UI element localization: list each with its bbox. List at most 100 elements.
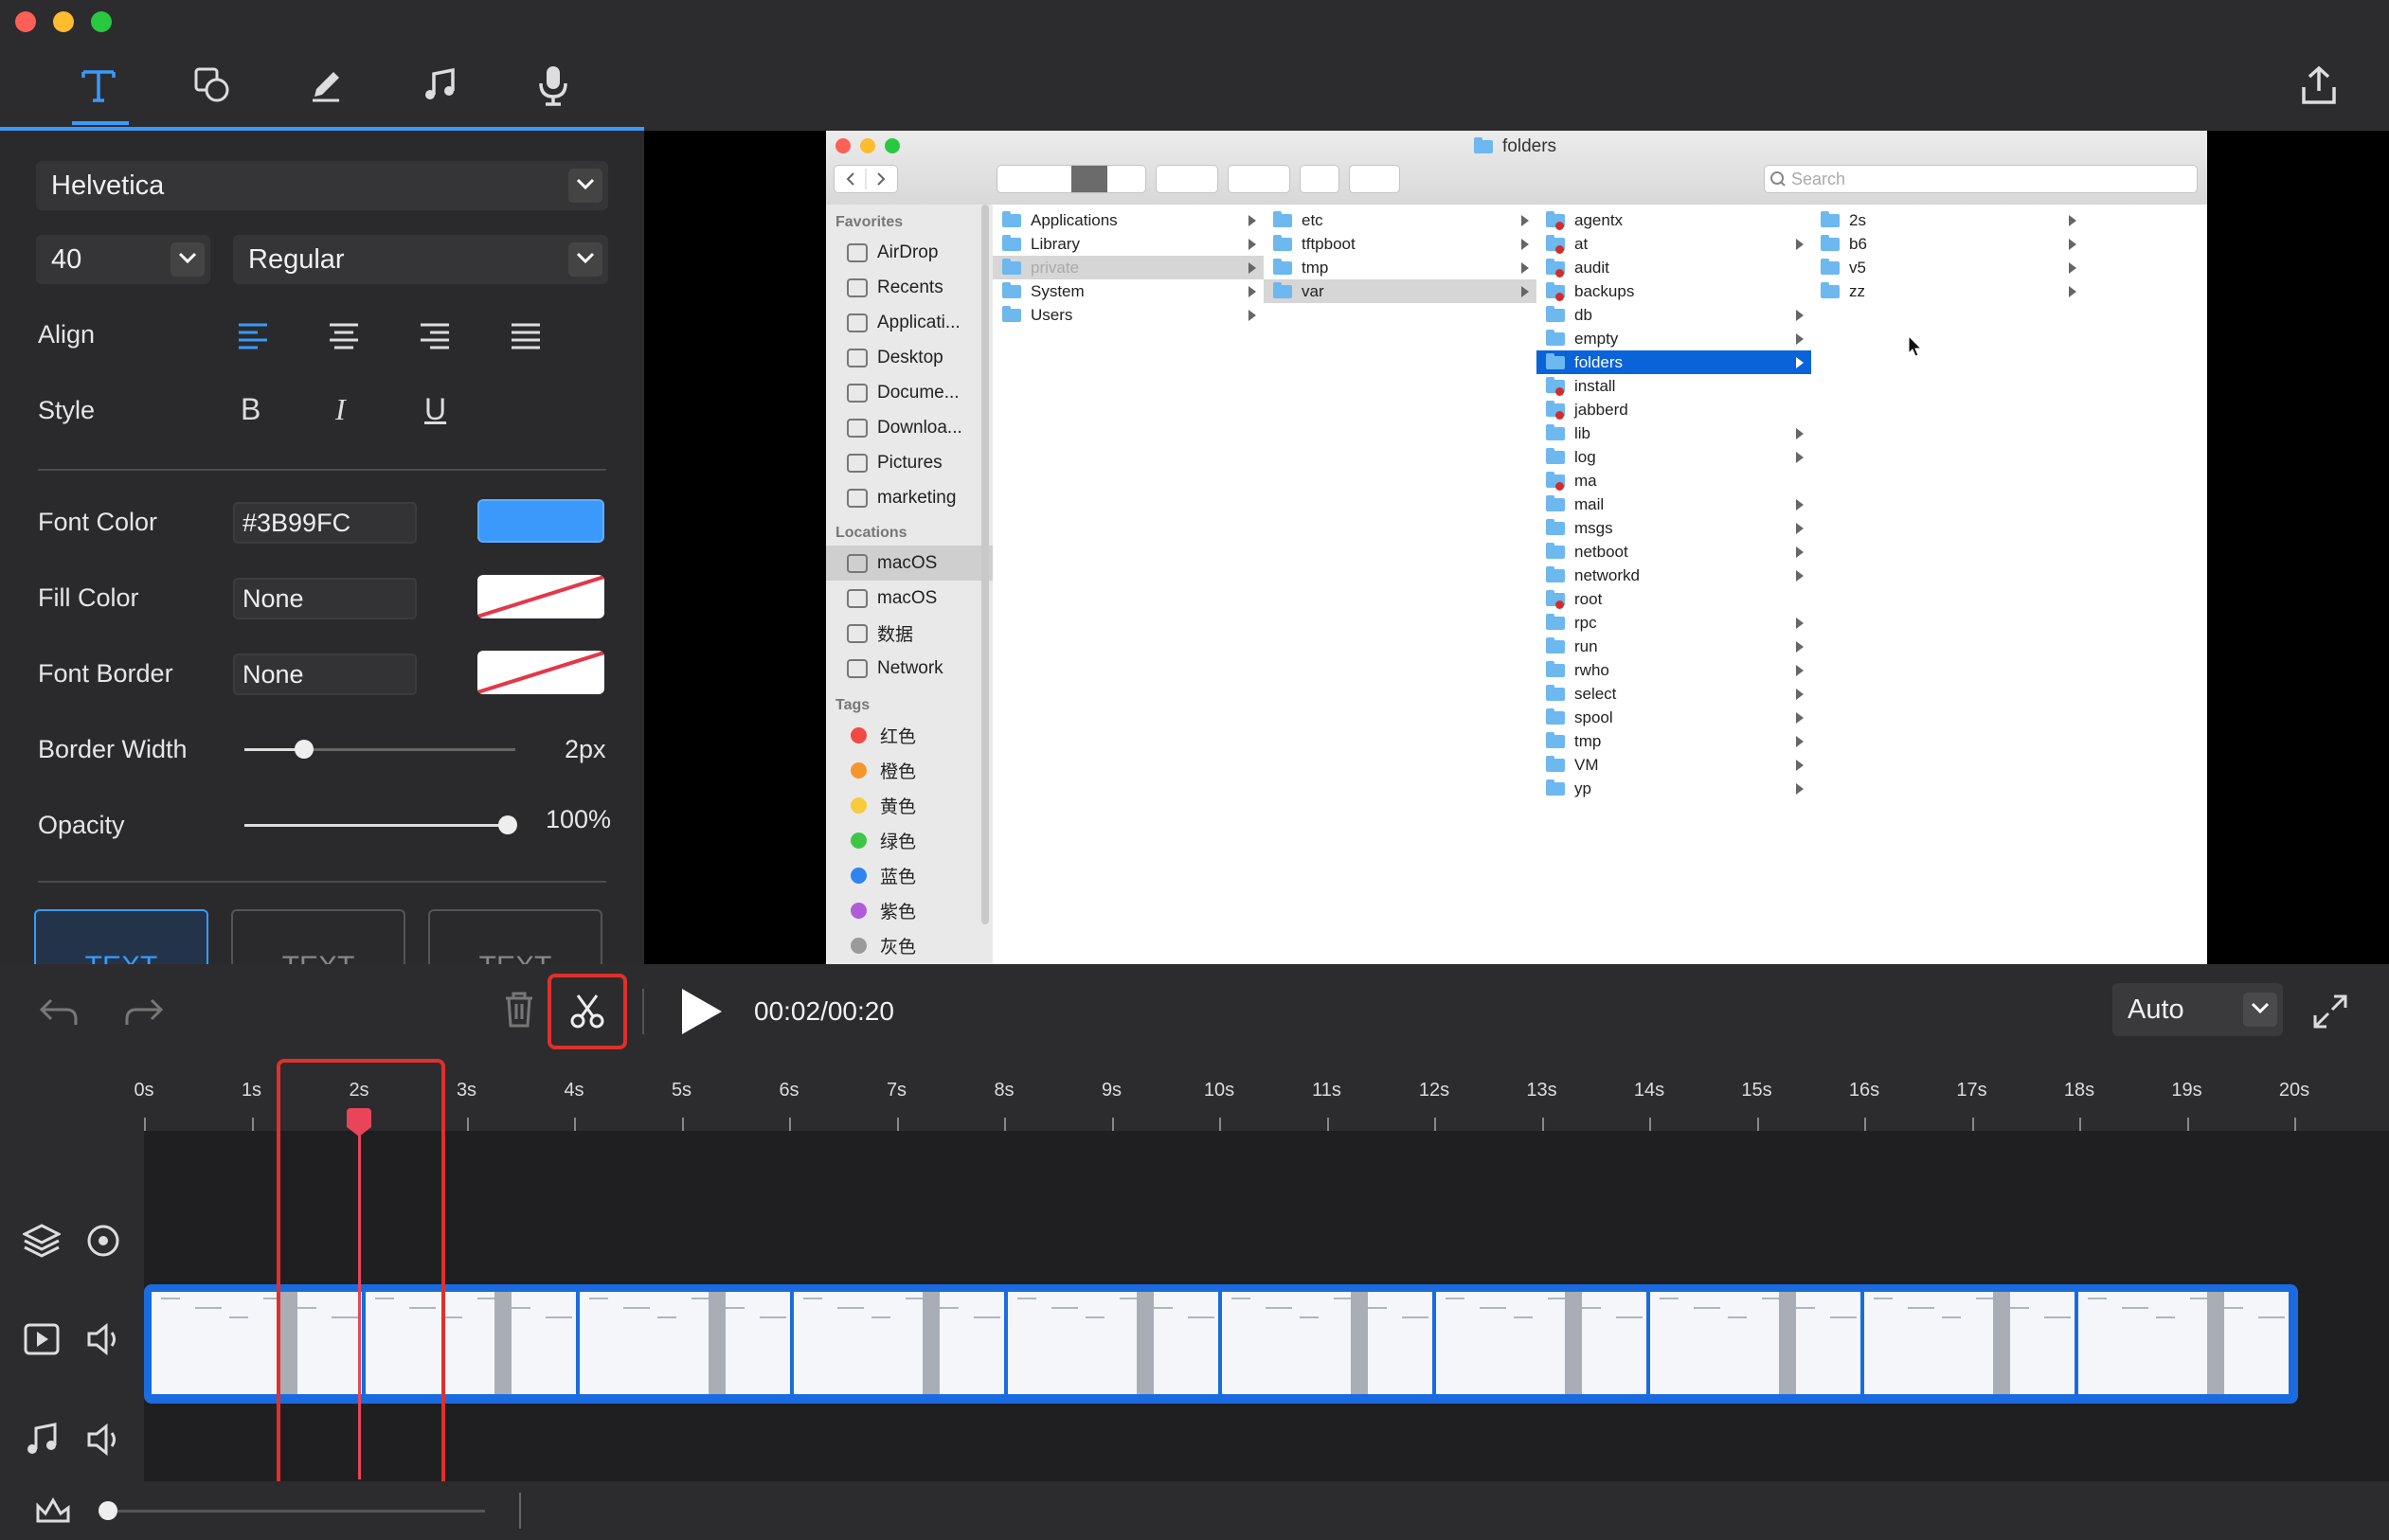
text-icon[interactable] [72, 59, 125, 112]
font-weight-select[interactable]: Regular [233, 235, 608, 284]
finder-zoom-button [885, 138, 900, 153]
finder-row: private [993, 256, 1264, 279]
align-left-icon[interactable] [237, 322, 269, 355]
eye-icon[interactable] [85, 1224, 121, 1262]
shape-icon[interactable] [186, 59, 239, 112]
font-border-label: Font Border [38, 659, 173, 688]
sidebar-item-label: macOS [877, 587, 938, 608]
align-justify-icon[interactable] [510, 322, 542, 355]
time-display: 00:02/00:20 [754, 996, 894, 1026]
folder-icon [1002, 305, 1021, 322]
undo-icon[interactable] [38, 994, 80, 1033]
text-preset-2[interactable]: TEXT [231, 909, 405, 964]
minimize-window-button[interactable] [53, 11, 74, 32]
bold-button[interactable]: B [241, 392, 260, 427]
fill-color-input[interactable]: None [233, 578, 417, 619]
finder-row-label: root [1574, 589, 1603, 608]
ruler-tick-label: 7s [886, 1080, 907, 1101]
finder-row: backups [1536, 279, 1811, 303]
playhead-handle[interactable] [347, 1108, 371, 1127]
ruler-tick [144, 1118, 146, 1131]
zoom-window-button[interactable] [91, 11, 112, 32]
zoom-select[interactable]: Auto [2112, 983, 2283, 1036]
font-family-select[interactable]: Helvetica [36, 161, 608, 210]
font-size-select[interactable]: 40 [36, 235, 210, 284]
slider-knob[interactable] [294, 740, 314, 759]
trash-icon[interactable] [502, 991, 536, 1033]
playhead[interactable] [347, 1108, 371, 1479]
finder-row: ma [1536, 469, 1811, 492]
slider-knob[interactable] [99, 1501, 117, 1520]
timeline-zoom-slider[interactable] [99, 1501, 485, 1520]
align-label: Align [38, 320, 96, 349]
finder-row: b6 [1811, 232, 2084, 256]
no-access-icon [1555, 293, 1564, 301]
play-button[interactable] [678, 987, 724, 1041]
sidebar-item: Applicati... [826, 305, 993, 340]
ruler-tick [2186, 1118, 2189, 1131]
finder-row-label: rpc [1574, 613, 1597, 632]
video-clip[interactable] [144, 1284, 2298, 1404]
ruler-tick [466, 1118, 469, 1131]
no-access-icon [1555, 600, 1564, 609]
finder-row-label: networkd [1574, 565, 1640, 584]
close-window-button[interactable] [15, 11, 36, 32]
opacity-slider[interactable] [244, 815, 517, 834]
style-label: Style [38, 396, 96, 424]
folder-icon [1546, 423, 1565, 440]
sidebar-item-icon [847, 313, 868, 332]
font-color-input[interactable]: #3B99FC [233, 502, 417, 544]
locations-header: Locations [835, 525, 907, 541]
folder-icon [1002, 258, 1021, 275]
ruler-tick [574, 1118, 576, 1131]
ruler-tick-label: 14s [1633, 1080, 1665, 1101]
redo-icon[interactable] [123, 994, 165, 1033]
folder-icon [1273, 210, 1292, 227]
finder-row-label: etc [1302, 210, 1323, 229]
font-color-swatch[interactable] [477, 499, 604, 543]
border-width-slider[interactable] [244, 740, 515, 759]
text-preset-3[interactable]: TEXT [428, 909, 602, 964]
finder-row-label: rwho [1574, 660, 1609, 679]
finder-row: install [1536, 374, 1811, 398]
ruler-tick [896, 1118, 899, 1131]
tag-label: 紫色 [880, 903, 917, 922]
transport-bar: 00:02/00:20 Auto [0, 964, 2389, 1059]
finder-row-label: b6 [1849, 234, 1867, 253]
volume-icon[interactable] [85, 1320, 123, 1363]
layers-icon[interactable] [21, 1222, 63, 1264]
divider [38, 881, 606, 883]
folder-icon [1002, 210, 1021, 227]
sidebar-scrollbar [981, 205, 989, 924]
finder-close-button [835, 138, 851, 153]
chevron-right-icon [1796, 499, 1804, 510]
finder-row: empty [1536, 327, 1811, 350]
folder-icon [1821, 234, 1840, 251]
italic-button[interactable]: I [335, 392, 346, 427]
clip-thumbnail [794, 1292, 1004, 1394]
underline-button[interactable]: U [424, 392, 446, 427]
share-icon[interactable] [2292, 59, 2345, 112]
disk-icon [847, 553, 868, 573]
font-border-swatch[interactable] [477, 651, 604, 694]
text-preset-1[interactable]: TEXT [34, 909, 208, 964]
finder-search-placeholder: Search [1791, 169, 1846, 188]
clip-thumbnail [2078, 1292, 2289, 1394]
fullscreen-icon[interactable] [2311, 993, 2349, 1035]
slider-knob[interactable] [498, 815, 517, 834]
sidebar-item-label: AirDrop [877, 242, 939, 262]
finder-row-label: Library [1031, 234, 1080, 253]
pen-icon[interactable] [299, 59, 352, 112]
microphone-icon[interactable] [527, 59, 580, 112]
finder-row: lib [1536, 421, 1811, 445]
chevron-right-icon [1796, 310, 1804, 321]
music-icon[interactable] [413, 59, 466, 112]
music-track-icon[interactable] [23, 1421, 61, 1463]
align-right-icon[interactable] [419, 322, 451, 355]
volume-icon[interactable] [85, 1421, 123, 1463]
fill-color-swatch[interactable] [477, 575, 604, 618]
scissors-icon[interactable] [568, 993, 606, 1035]
align-center-icon[interactable] [328, 322, 360, 355]
video-track-icon[interactable] [23, 1320, 61, 1363]
font-border-input[interactable]: None [233, 654, 417, 695]
